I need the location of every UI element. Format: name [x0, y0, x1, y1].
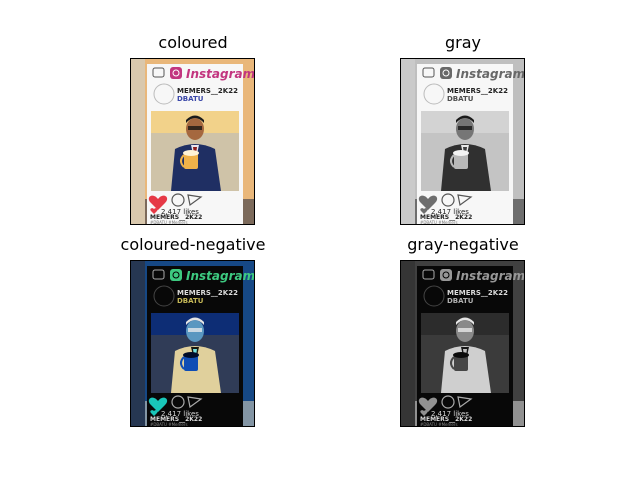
user-line-1: MEMERS__2K22	[177, 87, 238, 95]
mug-foam	[183, 150, 199, 156]
glasses	[458, 328, 472, 332]
left-wall-strip	[401, 261, 415, 426]
left-wall-strip	[131, 59, 145, 224]
glasses	[188, 328, 202, 332]
axes-coloured: Instagram MEMERS__2K22 DBATU 2,417 likes MEM…	[130, 58, 255, 225]
instagram-logo-icon	[170, 269, 182, 281]
mug-foam	[453, 150, 469, 156]
axes-gray: Instagram MEMERS__2K22 DBATU 2,417 likes MEM…	[400, 58, 525, 225]
mug-foam	[453, 352, 469, 358]
user-line-2: DBATU	[177, 297, 204, 305]
glasses	[458, 126, 472, 130]
photo-coloured-negative: InstagramMEMERS__2K22DBATU2,417 likesMEM…	[131, 261, 255, 427]
instagram-logo-icon	[440, 269, 452, 281]
photo-scene: InstagramMEMERS__2K22DBATU2,417 likesMEM…	[131, 59, 255, 225]
caption-tail: #DBATU #Memers	[420, 422, 458, 427]
brand-text: Instagram	[186, 269, 255, 283]
glasses	[188, 126, 202, 130]
photo-gray: InstagramMEMERS__2K22DBATU2,417 likesMEM…	[401, 59, 525, 225]
panel-title-coloured: coloured	[158, 33, 228, 52]
panel-title-coloured-negative: coloured-negative	[120, 235, 266, 254]
mug-foam	[183, 352, 199, 358]
caption-tail: #DBATU #Memers	[420, 220, 458, 225]
photo-coloured: InstagramMEMERS__2K22DBATU2,417 likesMEM…	[131, 59, 255, 225]
user-line-2: DBATU	[447, 297, 474, 305]
photo-scene: InstagramMEMERS__2K22DBATU2,417 likesMEM…	[401, 59, 525, 225]
user-line-2: DBATU	[177, 95, 204, 103]
panel-title-gray-negative: gray-negative	[407, 235, 519, 254]
user-line-1: MEMERS__2K22	[447, 87, 508, 95]
caption-tail: #DBATU #Memers	[150, 422, 188, 427]
user-line-1: MEMERS__2K22	[447, 289, 508, 297]
axes-gray-negative: Instagram MEMERS__2K22 DBATU 2,417 likes MEM…	[400, 260, 525, 427]
user-line-2: DBATU	[447, 95, 474, 103]
axes-coloured-negative: Instagram MEMERS__2K22 DBATU 2,417 likes MEM…	[130, 260, 255, 427]
photo-scene: InstagramMEMERS__2K22DBATU2,417 likesMEM…	[401, 261, 525, 427]
caption-tail: #DBATU #Memers	[150, 220, 188, 225]
brand-text: Instagram	[186, 67, 255, 81]
photo-scene: InstagramMEMERS__2K22DBATU2,417 likesMEM…	[131, 261, 255, 427]
instagram-logo-icon	[440, 67, 452, 79]
photo-gray-negative: InstagramMEMERS__2K22DBATU2,417 likesMEM…	[401, 261, 525, 427]
left-wall-strip	[131, 261, 145, 426]
panel-title-gray: gray	[444, 33, 481, 52]
left-wall-strip	[401, 59, 415, 224]
brand-text: Instagram	[456, 269, 525, 283]
instagram-logo-icon	[170, 67, 182, 79]
user-line-1: MEMERS__2K22	[177, 289, 238, 297]
brand-text: Instagram	[456, 67, 525, 81]
